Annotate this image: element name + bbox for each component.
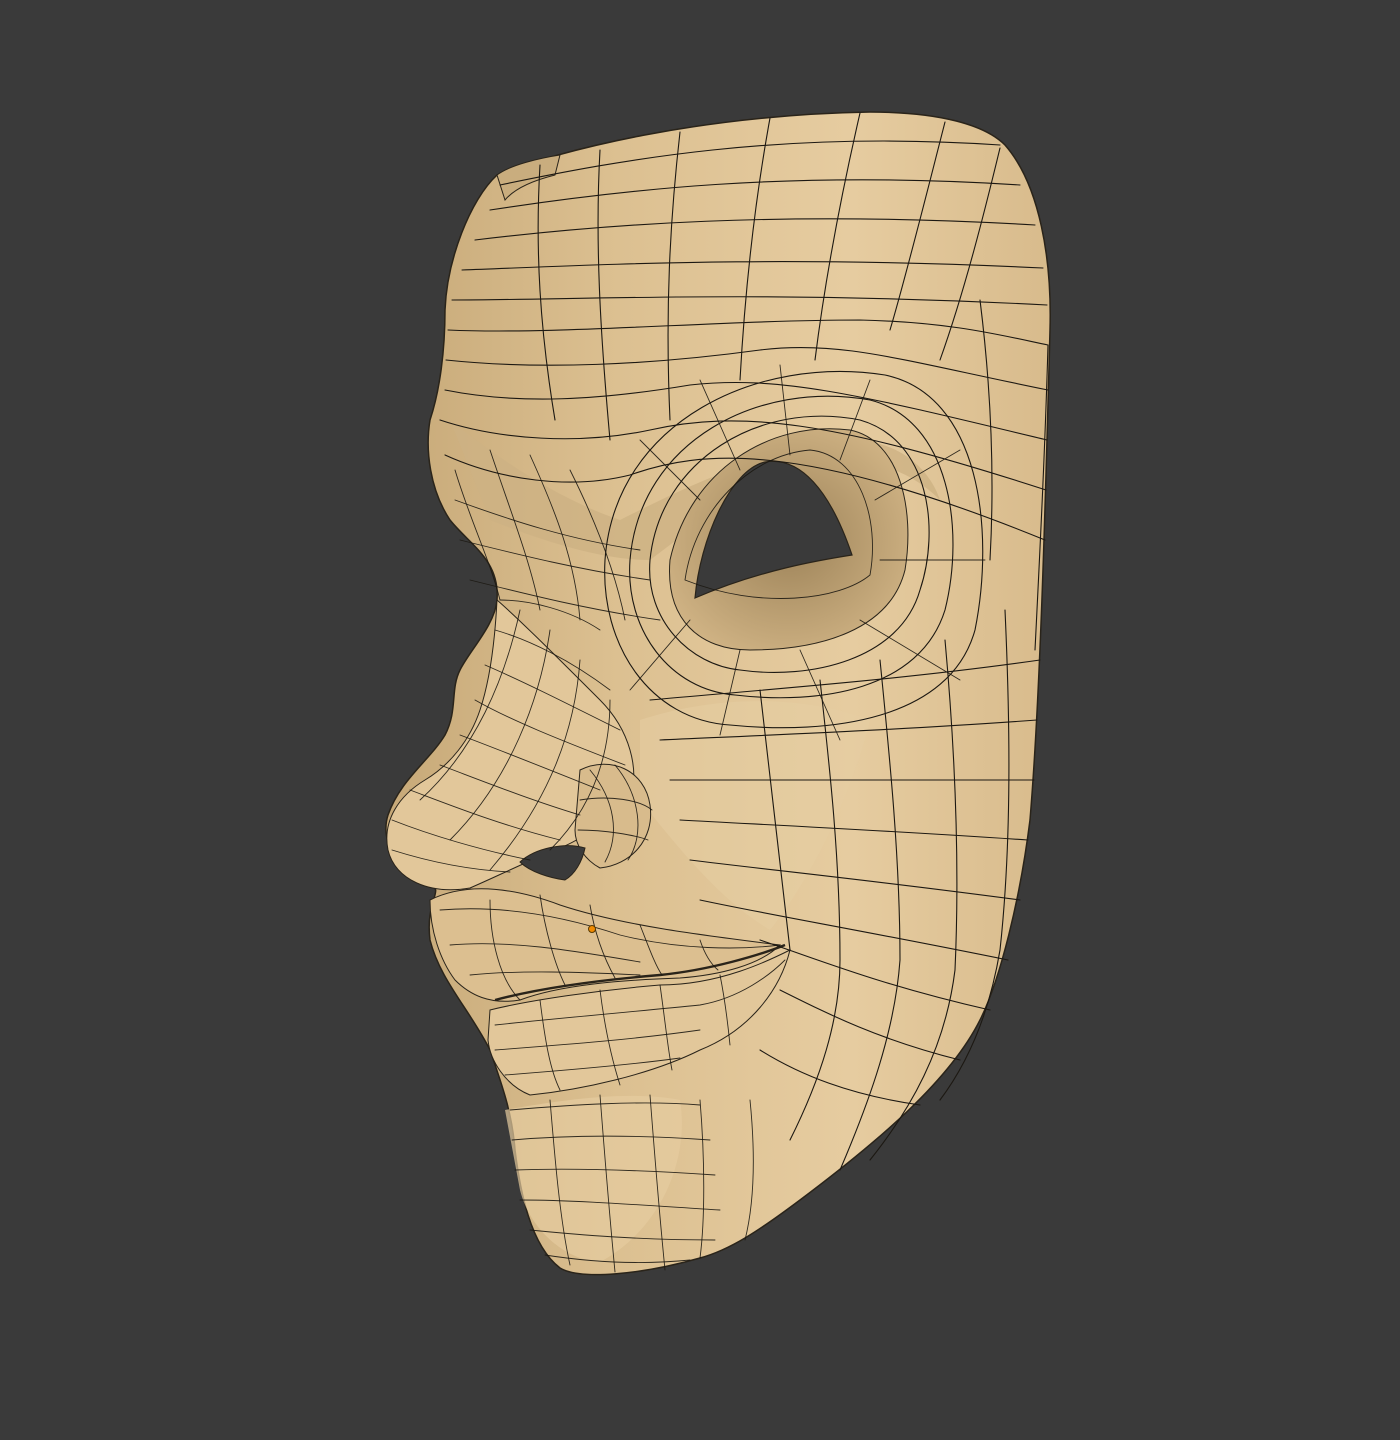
object-origin-dot[interactable] <box>588 925 596 933</box>
3d-viewport[interactable] <box>0 0 1400 1440</box>
viewport-canvas[interactable] <box>0 0 1400 1440</box>
